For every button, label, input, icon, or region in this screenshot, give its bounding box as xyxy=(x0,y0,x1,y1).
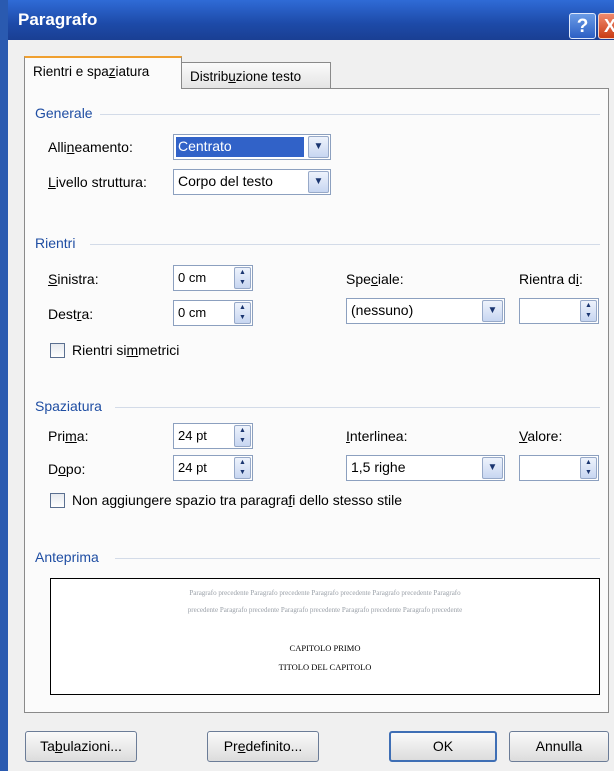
paragraph-preview: Paragrafo precedente Paragrafo precedent… xyxy=(50,578,600,695)
preview-main-text-line: TITOLO DEL CAPITOLO xyxy=(278,662,372,672)
section-heading-generale: Generale xyxy=(35,105,93,121)
right-indent-value: 0 cm xyxy=(178,305,207,320)
spin-up-down-icon[interactable]: ▲ ▼ xyxy=(234,425,251,447)
space-after-label: Dopo: xyxy=(48,461,86,477)
line-spacing-select[interactable]: 1,5 righe ▼ xyxy=(346,455,505,481)
left-indent-label: Sinistra: xyxy=(48,271,99,287)
chevron-down-icon[interactable]: ▼ xyxy=(308,171,329,193)
spin-up-down-icon[interactable]: ▲ ▼ xyxy=(580,300,597,322)
help-button[interactable]: ? xyxy=(569,13,596,39)
section-divider xyxy=(115,558,600,559)
outline-level-select[interactable]: Corpo del testo ▼ xyxy=(173,169,331,195)
line-spacing-label: Interlinea: xyxy=(346,428,408,444)
special-value: (nessuno) xyxy=(351,302,414,318)
space-before-value: 24 pt xyxy=(178,428,207,443)
alignment-select[interactable]: Centrato ▼ xyxy=(173,134,331,160)
spin-up-down-icon[interactable]: ▲ ▼ xyxy=(234,267,251,289)
line-spacing-value: 1,5 righe xyxy=(351,459,406,475)
no-space-same-style-checkbox[interactable] xyxy=(50,493,65,508)
indent-by-spinner[interactable]: ▲ ▼ xyxy=(519,298,599,324)
left-indent-value: 0 cm xyxy=(178,270,207,285)
space-after-value: 24 pt xyxy=(178,460,207,475)
close-button[interactable]: X xyxy=(598,13,614,39)
indent-by-label: Rientra di: xyxy=(519,271,583,287)
paragraph-dialog: Paragrafo ? X Rientri e spaziatura Distr… xyxy=(0,0,614,771)
preview-previous-text-line: Paragrafo precedente Paragrafo precedent… xyxy=(189,589,461,597)
section-heading-anteprima: Anteprima xyxy=(35,549,99,565)
tab-line-page-breaks[interactable]: Distribuzione testo xyxy=(181,62,331,90)
section-divider xyxy=(90,244,600,245)
title-bar[interactable]: Paragrafo ? X xyxy=(8,0,614,40)
window-left-border xyxy=(0,0,8,771)
spin-up-down-icon[interactable]: ▲ ▼ xyxy=(234,457,251,479)
close-icon: X xyxy=(604,16,614,36)
tab-indents-spacing[interactable]: Rientri e spaziatura xyxy=(24,56,182,89)
section-divider xyxy=(115,407,600,408)
no-space-same-style-label[interactable]: Non aggiungere spazio tra paragrafi dell… xyxy=(72,492,402,508)
special-select[interactable]: (nessuno) ▼ xyxy=(346,298,505,324)
outline-level-value: Corpo del testo xyxy=(178,173,273,189)
chevron-down-icon[interactable]: ▼ xyxy=(482,300,503,322)
alignment-label: Allineamento: xyxy=(48,139,133,155)
section-heading-spaziatura: Spaziatura xyxy=(35,398,102,414)
mirror-indents-label[interactable]: Rientri simmetrici xyxy=(72,342,179,358)
at-label: Valore: xyxy=(519,428,563,444)
cancel-button[interactable]: Annulla xyxy=(509,731,609,762)
space-before-label: Prima: xyxy=(48,428,89,444)
space-before-spinner[interactable]: 24 pt ▲ ▼ xyxy=(173,423,253,449)
left-indent-spinner[interactable]: 0 cm ▲ ▼ xyxy=(173,265,253,291)
chevron-down-icon[interactable]: ▼ xyxy=(482,457,503,479)
section-divider xyxy=(100,114,600,115)
spin-up-down-icon[interactable]: ▲ ▼ xyxy=(234,302,251,324)
ok-button[interactable]: OK xyxy=(389,731,497,762)
spin-up-down-icon[interactable]: ▲ ▼ xyxy=(580,457,597,479)
section-heading-rientri: Rientri xyxy=(35,235,76,251)
tabs-button[interactable]: Tabulazioni... xyxy=(25,731,137,762)
at-spinner[interactable]: ▲ ▼ xyxy=(519,455,599,481)
space-after-spinner[interactable]: 24 pt ▲ ▼ xyxy=(173,455,253,481)
window-title: Paragrafo xyxy=(18,10,98,29)
chevron-down-icon[interactable]: ▼ xyxy=(308,136,329,158)
right-indent-spinner[interactable]: 0 cm ▲ ▼ xyxy=(173,300,253,326)
special-label: Speciale: xyxy=(346,271,404,287)
right-indent-label: Destra: xyxy=(48,306,94,322)
preview-previous-text-line: precedente Paragrafo precedente Paragraf… xyxy=(187,606,463,614)
question-icon: ? xyxy=(576,16,589,37)
preview-main-text-line: CAPITOLO PRIMO xyxy=(289,643,361,653)
outline-level-label: Livello struttura: xyxy=(48,174,147,190)
alignment-value: Centrato xyxy=(176,137,304,157)
mirror-indents-checkbox[interactable] xyxy=(50,343,65,358)
set-default-button[interactable]: Predefinito... xyxy=(207,731,319,762)
